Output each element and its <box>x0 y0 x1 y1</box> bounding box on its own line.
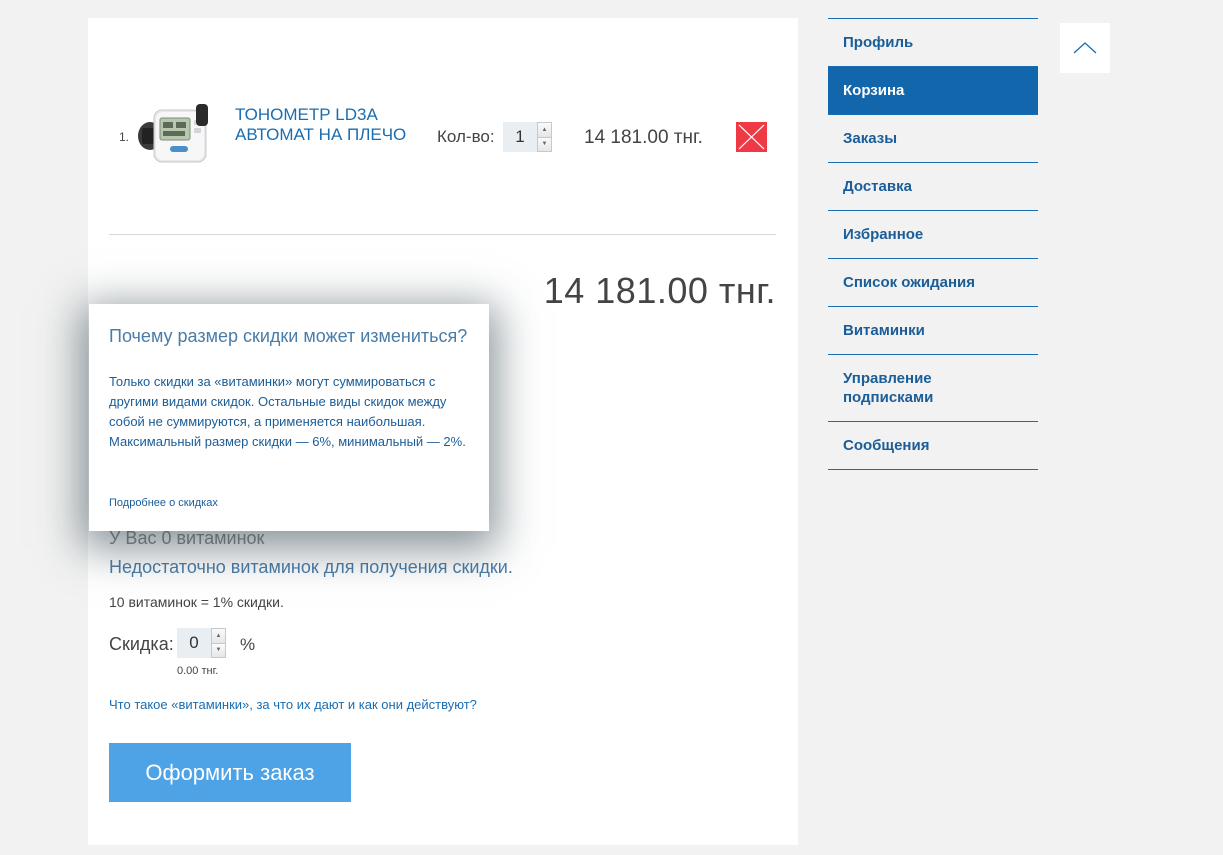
arrow-down-icon[interactable]: ▼ <box>537 137 552 152</box>
popup-title: Почему размер скидки может измениться? <box>109 326 468 346</box>
menu-item-delivery[interactable]: Доставка <box>828 163 1038 211</box>
account-side-menu: Профиль Корзина Заказы Доставка Избранно… <box>828 18 1038 470</box>
scroll-top-button[interactable] <box>1060 23 1110 73</box>
discount-arrows: ▲ ▼ <box>211 628 226 658</box>
cart-item: 1. Тонометр LD3A автомат на плечо Кол-во… <box>88 18 798 234</box>
menu-item-orders[interactable]: Заказы <box>828 115 1038 163</box>
discount-amount: 0.00 тнг. <box>177 665 219 677</box>
close-icon <box>738 124 765 150</box>
discount-label: Скидка: <box>109 634 174 654</box>
discount-value[interactable]: 0 <box>177 628 211 658</box>
item-price: 14 181.00 тнг. <box>584 127 703 148</box>
menu-item-profile[interactable]: Профиль <box>828 19 1038 67</box>
item-number: 1. <box>119 130 130 144</box>
arrow-down-icon[interactable]: ▼ <box>211 643 226 658</box>
arrow-up-icon[interactable]: ▲ <box>211 628 226 644</box>
arrow-up-icon[interactable]: ▲ <box>537 122 552 138</box>
remove-item-button[interactable] <box>736 122 767 152</box>
discount-details-link[interactable]: Подробнее о скидках <box>109 497 218 509</box>
quantity-value[interactable]: 1 <box>503 122 537 152</box>
quantity-stepper[interactable]: 1 ▲ ▼ <box>503 122 552 152</box>
divider <box>109 234 776 235</box>
quantity-arrows: ▲ ▼ <box>537 122 552 152</box>
blood-pressure-monitor-image <box>138 104 208 163</box>
not-enough-vitamins-text: Недостаточно витаминок для получения ски… <box>109 557 513 577</box>
discount-info-popup: Почему размер скидки может измениться? Т… <box>89 304 489 531</box>
chevron-up-icon <box>1073 42 1097 54</box>
vitamins-info-link[interactable]: Что такое «витаминки», за что их дают и … <box>109 697 477 712</box>
checkout-button[interactable]: Оформить заказ <box>109 743 351 802</box>
cart-total: 14 181.00 тнг. <box>543 270 776 311</box>
product-title-link[interactable]: Тонометр LD3A автомат на плечо <box>235 105 415 145</box>
menu-item-favorites[interactable]: Избранное <box>828 211 1038 259</box>
discount-stepper[interactable]: 0 ▲ ▼ <box>177 628 226 658</box>
popup-body: Только скидки за «витаминки» могут сумми… <box>109 374 466 449</box>
percent-sign: % <box>240 635 256 654</box>
vitamins-count: У Вас 0 витаминок <box>109 528 265 548</box>
menu-item-subscriptions[interactable]: Управление подписками <box>828 355 1038 422</box>
menu-item-waitlist[interactable]: Список ожидания <box>828 259 1038 307</box>
menu-item-vitamins[interactable]: Витаминки <box>828 307 1038 355</box>
vitamins-rate-text: 10 витаминок = 1% скидки. <box>109 594 284 610</box>
product-image[interactable] <box>132 98 214 170</box>
menu-item-cart[interactable]: Корзина <box>828 67 1038 115</box>
menu-item-messages[interactable]: Сообщения <box>828 422 1038 470</box>
qty-label: Кол-во: <box>437 127 495 146</box>
